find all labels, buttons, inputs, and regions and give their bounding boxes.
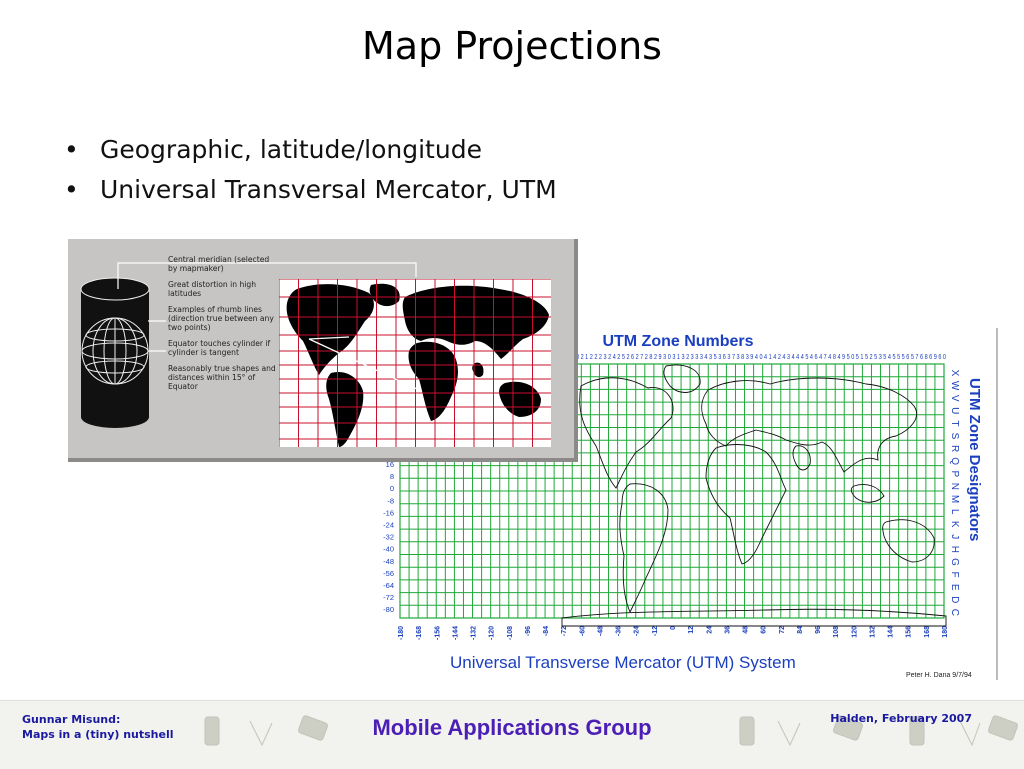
mercator-figure: Central meridian (selected by mapmaker) … bbox=[68, 239, 578, 462]
lon-label: 72 bbox=[779, 626, 786, 634]
lon-label: 168 bbox=[924, 626, 931, 638]
zone-designator: J bbox=[949, 534, 960, 539]
lon-label: 144 bbox=[888, 626, 895, 638]
lon-label: -12 bbox=[652, 626, 659, 636]
note-equator: Equator touches cylinder if cylinder is … bbox=[168, 339, 271, 357]
zone-designator: D bbox=[949, 596, 960, 603]
lon-label: -168 bbox=[416, 626, 423, 640]
mercator-notes: Central meridian (selected by mapmaker) … bbox=[168, 255, 278, 398]
zone-designator: N bbox=[949, 483, 960, 490]
lat-label: -72 bbox=[383, 593, 394, 602]
slide-title: Map Projections bbox=[362, 24, 662, 68]
zone-designator: M bbox=[949, 495, 960, 503]
zone-designator: V bbox=[949, 395, 960, 402]
lon-label: -144 bbox=[452, 626, 459, 640]
lon-label: -72 bbox=[561, 626, 568, 636]
bullet-dot: • bbox=[64, 175, 79, 204]
note-distortion: Great distortion in high latitudes bbox=[168, 280, 257, 298]
lon-label: 48 bbox=[743, 626, 750, 634]
lon-label: -180 bbox=[398, 626, 405, 640]
lon-label: 180 bbox=[942, 626, 949, 638]
mercator-map bbox=[279, 279, 551, 447]
lat-label: -64 bbox=[383, 581, 394, 590]
zone-designator: U bbox=[949, 407, 960, 414]
zone-designator: R bbox=[949, 445, 960, 452]
zone-designator: G bbox=[949, 558, 960, 566]
lat-label: -16 bbox=[383, 508, 394, 517]
note-rhumb-lines: Examples of rhumb lines (direction true … bbox=[168, 305, 274, 332]
zone-designator: Q bbox=[949, 457, 960, 465]
lon-label: 24 bbox=[706, 626, 713, 634]
footer-place-date: Halden, February 2007 bbox=[830, 712, 972, 725]
zone-designator: T bbox=[949, 420, 960, 426]
zone-designator: P bbox=[949, 470, 960, 477]
lat-label: -32 bbox=[383, 533, 394, 542]
lat-label: -24 bbox=[383, 521, 394, 530]
lat-label: -80 bbox=[383, 605, 394, 614]
lon-label: 156 bbox=[906, 626, 913, 638]
lon-label: 132 bbox=[869, 626, 876, 638]
lon-label: 108 bbox=[833, 626, 840, 638]
zone-designator: S bbox=[949, 433, 960, 440]
bullet-text: Geographic, latitude/longitude bbox=[100, 135, 482, 164]
zone-designator: C bbox=[949, 609, 960, 616]
lon-label: 0 bbox=[670, 626, 677, 630]
lon-label: -36 bbox=[616, 626, 623, 636]
zone-designator: K bbox=[949, 521, 960, 528]
utm-side-title: UTM Zone Designators bbox=[966, 378, 983, 541]
bullet-text: Universal Transversal Mercator, UTM bbox=[100, 175, 557, 204]
utm-zone-numbers: 0 2 1 2 2 2 3 2 4 2 5 2 6 2 7 2 8 2 9 3 … bbox=[576, 352, 946, 361]
utm-top-title: UTM Zone Numbers bbox=[602, 333, 753, 350]
lon-label: -108 bbox=[507, 626, 514, 640]
lon-label: -120 bbox=[489, 626, 496, 640]
lon-label: -84 bbox=[543, 626, 550, 636]
note-true-shapes: Reasonably true shapes and distances wit… bbox=[168, 364, 276, 391]
zone-designator: L bbox=[949, 509, 960, 515]
zone-designator: X bbox=[949, 370, 960, 377]
zone-designator: E bbox=[949, 584, 960, 591]
slide-footer: Gunnar Misund: Maps in a (tiny) nutshell… bbox=[0, 700, 1024, 769]
zone-designator: W bbox=[949, 381, 960, 391]
zone-designator: F bbox=[949, 572, 960, 578]
lon-label: 12 bbox=[688, 626, 695, 634]
bullet-dot: • bbox=[64, 135, 79, 164]
bullet-item: • Universal Transversal Mercator, UTM bbox=[64, 170, 557, 210]
lon-label: 96 bbox=[815, 626, 822, 634]
lon-label: -24 bbox=[634, 626, 641, 636]
utm-caption: Universal Transverse Mercator (UTM) Syst… bbox=[450, 653, 796, 672]
lon-label: 60 bbox=[761, 626, 768, 634]
lat-label: -48 bbox=[383, 557, 394, 566]
bullet-item: • Geographic, latitude/longitude bbox=[64, 130, 557, 170]
lat-label: 8 bbox=[390, 472, 394, 481]
lon-label: -60 bbox=[579, 626, 586, 636]
lon-label: -48 bbox=[597, 626, 604, 636]
lon-label: -96 bbox=[525, 626, 532, 636]
lon-label: 84 bbox=[797, 626, 804, 634]
lon-label: 36 bbox=[724, 626, 731, 634]
lat-label: -56 bbox=[383, 569, 394, 578]
lat-label: -8 bbox=[387, 496, 394, 505]
lat-label: -40 bbox=[383, 545, 394, 554]
bullet-list: • Geographic, latitude/longitude • Univers… bbox=[64, 130, 557, 210]
utm-credit: Peter H. Dana 9/7/94 bbox=[906, 672, 972, 679]
lon-label: -132 bbox=[471, 626, 478, 640]
lon-label: 120 bbox=[851, 626, 858, 638]
zone-designator: H bbox=[949, 546, 960, 553]
lat-label: 0 bbox=[390, 484, 394, 493]
lon-label: -156 bbox=[434, 626, 441, 640]
note-central-meridian: Central meridian (selected by mapmaker) bbox=[168, 255, 270, 273]
